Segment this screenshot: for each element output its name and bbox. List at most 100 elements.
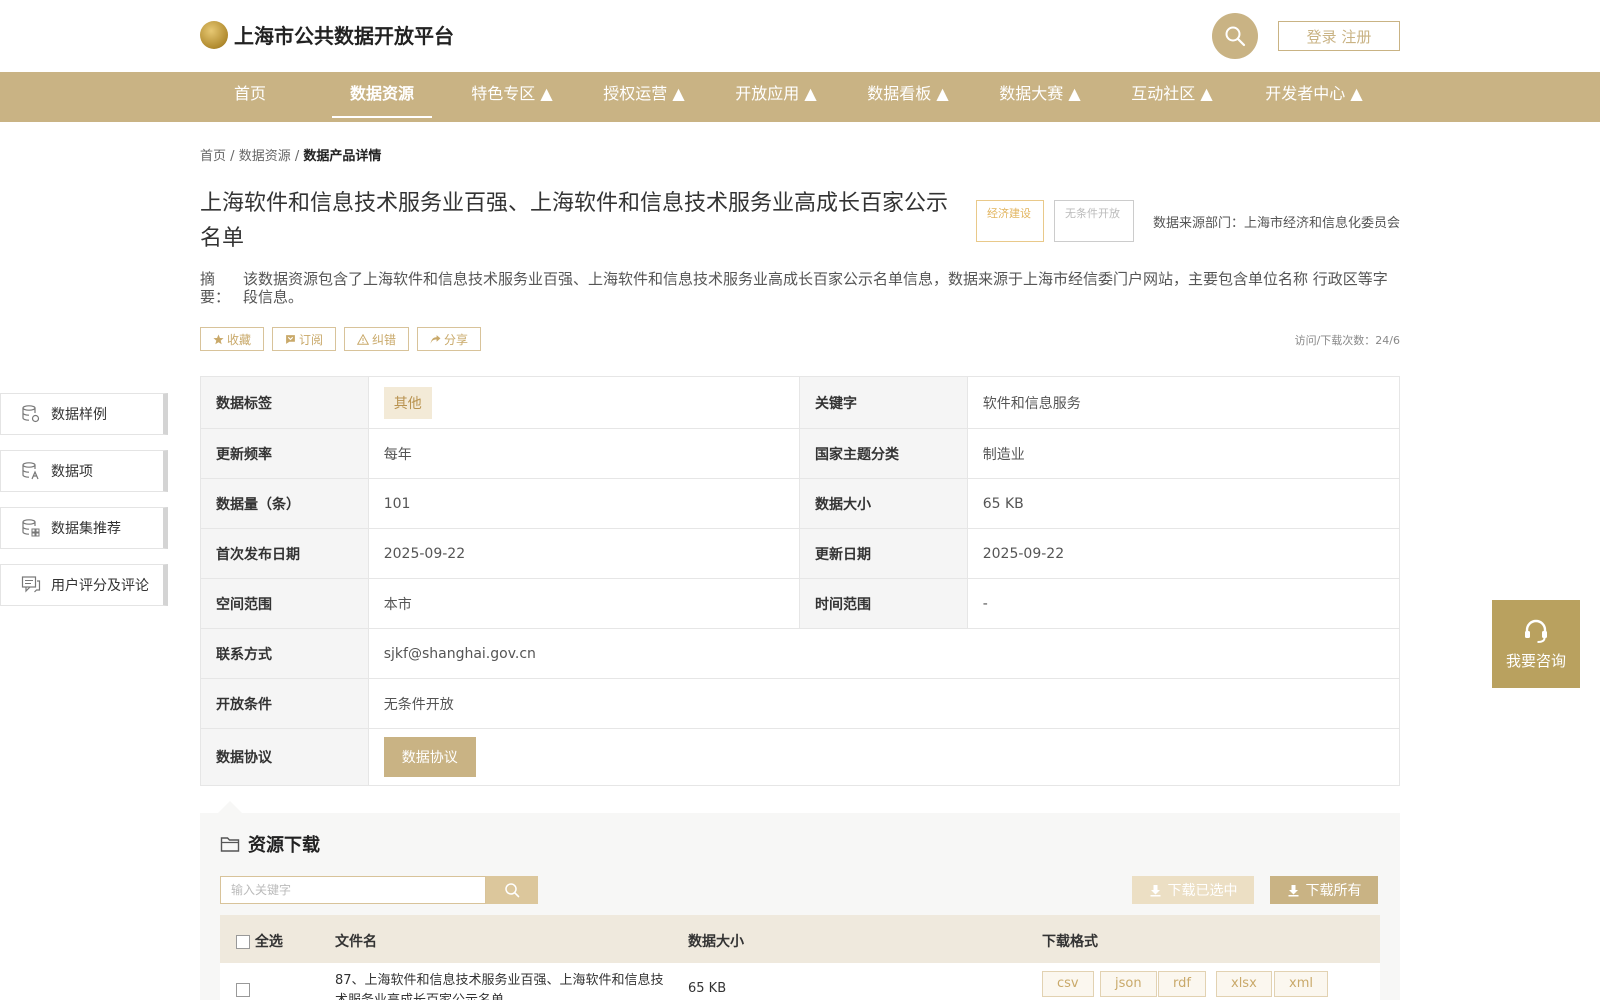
search-icon xyxy=(1225,26,1246,47)
page-title: 上海软件和信息技术服务业百强、上海软件和信息技术服务业高成长百家公示名单 xyxy=(200,191,949,251)
format-json-button[interactable]: json xyxy=(1100,971,1157,997)
category-tag[interactable]: 经济建设 xyxy=(976,200,1044,242)
database-sample-icon xyxy=(22,405,40,423)
update-date-label: 更新日期 xyxy=(800,529,968,578)
consult-button[interactable]: 我要咨询 xyxy=(1492,600,1580,688)
table-row: 87、上海软件和信息技术服务业百强、上海软件和信息技术服务业高成长百家公示名单 … xyxy=(220,963,1380,1000)
open-condition-tag: 无条件开放 xyxy=(1054,200,1134,242)
agreement-cell: 数据协议 xyxy=(369,729,1399,785)
info-row: 联系方式 sjkf@shanghai.gov.cn xyxy=(201,629,1399,679)
record-count-value: 101 xyxy=(369,479,800,528)
format-header: 下载格式 xyxy=(1042,934,1098,950)
action-bar: 收藏 订阅 纠错 分享 xyxy=(200,327,482,351)
nav-open-apps[interactable]: 开放应用 ▲ xyxy=(726,72,826,122)
data-size-label: 数据大小 xyxy=(800,479,968,528)
database-grid-icon xyxy=(22,519,40,537)
side-menu: 数据样例 数据项 数据集推荐 用户评分及评论 xyxy=(0,393,168,621)
download-icon xyxy=(1288,884,1298,896)
favorite-button[interactable]: 收藏 xyxy=(200,327,265,351)
contact-value[interactable]: sjkf@shanghai.gov.cn xyxy=(369,629,1399,678)
theme-value: 制造业 xyxy=(982,446,1025,463)
first-publish-value: 2025-09-22 xyxy=(369,529,800,578)
select-all-checkbox[interactable] xyxy=(236,935,250,949)
row-checkbox[interactable] xyxy=(236,983,250,997)
breadcrumb-separator: / xyxy=(230,149,235,164)
share-icon xyxy=(430,334,441,344)
download-icon xyxy=(1150,884,1160,896)
consult-label: 我要咨询 xyxy=(1505,651,1566,670)
first-publish-label: 首次发布日期 xyxy=(201,529,369,578)
frequency-value: 每年 xyxy=(369,429,800,478)
format-csv-button[interactable]: csv xyxy=(1042,971,1094,997)
visit-download-count: 访问/下载次数：24/6 xyxy=(1294,334,1400,347)
tag-value-cell: 其他 xyxy=(369,377,800,428)
login-register-button[interactable]: 登录 注册 xyxy=(1278,21,1400,51)
share-button[interactable]: 分享 xyxy=(417,327,482,351)
data-agreement-button[interactable]: 数据协议 xyxy=(383,737,476,777)
filename-header: 文件名 xyxy=(335,934,377,950)
side-item-data-fields[interactable]: 数据项 xyxy=(0,450,168,492)
data-size-value: 65 KB xyxy=(982,495,1024,512)
star-icon xyxy=(213,334,224,344)
nav-home[interactable]: 首页 xyxy=(222,72,278,122)
breadcrumb-home[interactable]: 首页 xyxy=(200,149,226,164)
keyword-value: 软件和信息服务 xyxy=(982,396,1081,412)
resource-download-panel: 资源下载 输入关键字 下载已选中 下载所有 全选 文件名 数据大小 下载格式 8… xyxy=(200,813,1400,1000)
site-logo[interactable]: 上海市公共数据开放平台 xyxy=(200,20,454,49)
format-xlsx-button[interactable]: xlsx xyxy=(1216,971,1272,997)
side-item-data-sample[interactable]: 数据样例 xyxy=(0,393,168,435)
report-error-label: 纠错 xyxy=(372,332,397,347)
abstract-label: 摘 要： xyxy=(200,270,231,306)
format-xml-button[interactable]: xml xyxy=(1274,971,1328,997)
keyword-search-button[interactable] xyxy=(486,876,538,904)
nav-community[interactable]: 互动社区 ▲ xyxy=(1122,72,1222,122)
section-pointer xyxy=(218,801,242,813)
agreement-label: 数据协议 xyxy=(201,729,369,785)
nav-data-dashboard[interactable]: 数据看板 ▲ xyxy=(858,72,958,122)
headset-icon xyxy=(1525,619,1547,643)
search-icon xyxy=(505,883,520,898)
nav-developer-center[interactable]: 开发者中心 ▲ xyxy=(1254,72,1374,122)
search-button[interactable] xyxy=(1212,13,1258,59)
side-item-ratings-comments[interactable]: 用户评分及评论 xyxy=(0,564,168,606)
subscribe-label: 订阅 xyxy=(299,332,324,347)
warning-icon xyxy=(357,333,370,345)
report-error-button[interactable]: 纠错 xyxy=(344,327,410,351)
breadcrumb-separator: / xyxy=(294,149,300,164)
info-row: 数据协议 数据协议 xyxy=(201,729,1399,785)
side-item-label: 数据项 xyxy=(51,464,93,480)
spatial-range-value: 本市 xyxy=(369,579,800,628)
folder-icon xyxy=(220,837,240,852)
comment-icon xyxy=(21,576,41,593)
nav-data-resources[interactable]: 数据资源 xyxy=(332,72,432,118)
download-selected-button[interactable]: 下载已选中 xyxy=(1132,876,1254,904)
format-rdf-button[interactable]: rdf xyxy=(1158,971,1206,997)
subscribe-icon xyxy=(286,334,295,344)
theme-label: 国家主题分类 xyxy=(800,429,968,478)
abstract-text: 该数据资源包含了上海软件和信息技术服务业百强、上海软件和信息技术服务业高成长百家… xyxy=(243,270,1388,306)
tag-pill[interactable]: 其他 xyxy=(383,386,432,419)
spatial-range-label: 空间范围 xyxy=(201,579,369,628)
select-all-label: 全选 xyxy=(254,934,283,950)
side-item-label: 数据样例 xyxy=(51,407,107,423)
select-all-header[interactable]: 全选 xyxy=(236,931,283,951)
subscribe-button[interactable]: 订阅 xyxy=(272,327,337,351)
info-row: 开放条件 无条件开放 xyxy=(201,679,1399,729)
download-selected-label: 下载已选中 xyxy=(1167,883,1238,899)
source-department: 数据来源部门：上海市经济和信息化委员会 xyxy=(1152,216,1400,231)
time-range-label: 时间范围 xyxy=(800,579,968,628)
side-item-label: 用户评分及评论 xyxy=(51,578,149,594)
download-all-button[interactable]: 下载所有 xyxy=(1270,876,1378,904)
info-row: 数据量（条） 101 数据大小 65 KB xyxy=(201,479,1399,529)
nav-special-zone[interactable]: 特色专区 ▲ xyxy=(462,72,562,122)
nav-data-contest[interactable]: 数据大赛 ▲ xyxy=(990,72,1090,122)
side-item-dataset-recommend[interactable]: 数据集推荐 xyxy=(0,507,168,549)
nav-authorized-operation[interactable]: 授权运营 ▲ xyxy=(594,72,694,122)
breadcrumb-section[interactable]: 数据资源 xyxy=(239,149,291,164)
side-item-label: 数据集推荐 xyxy=(51,521,121,537)
keyword-search-input[interactable]: 输入关键字 xyxy=(220,876,486,904)
keyword-label: 关键字 xyxy=(800,377,968,428)
info-row: 首次发布日期 2025-09-22 更新日期 2025-09-22 xyxy=(201,529,1399,579)
site-header: 上海市公共数据开放平台 登录 注册 xyxy=(0,0,1600,72)
site-title: 上海市公共数据开放平台 xyxy=(234,24,454,48)
